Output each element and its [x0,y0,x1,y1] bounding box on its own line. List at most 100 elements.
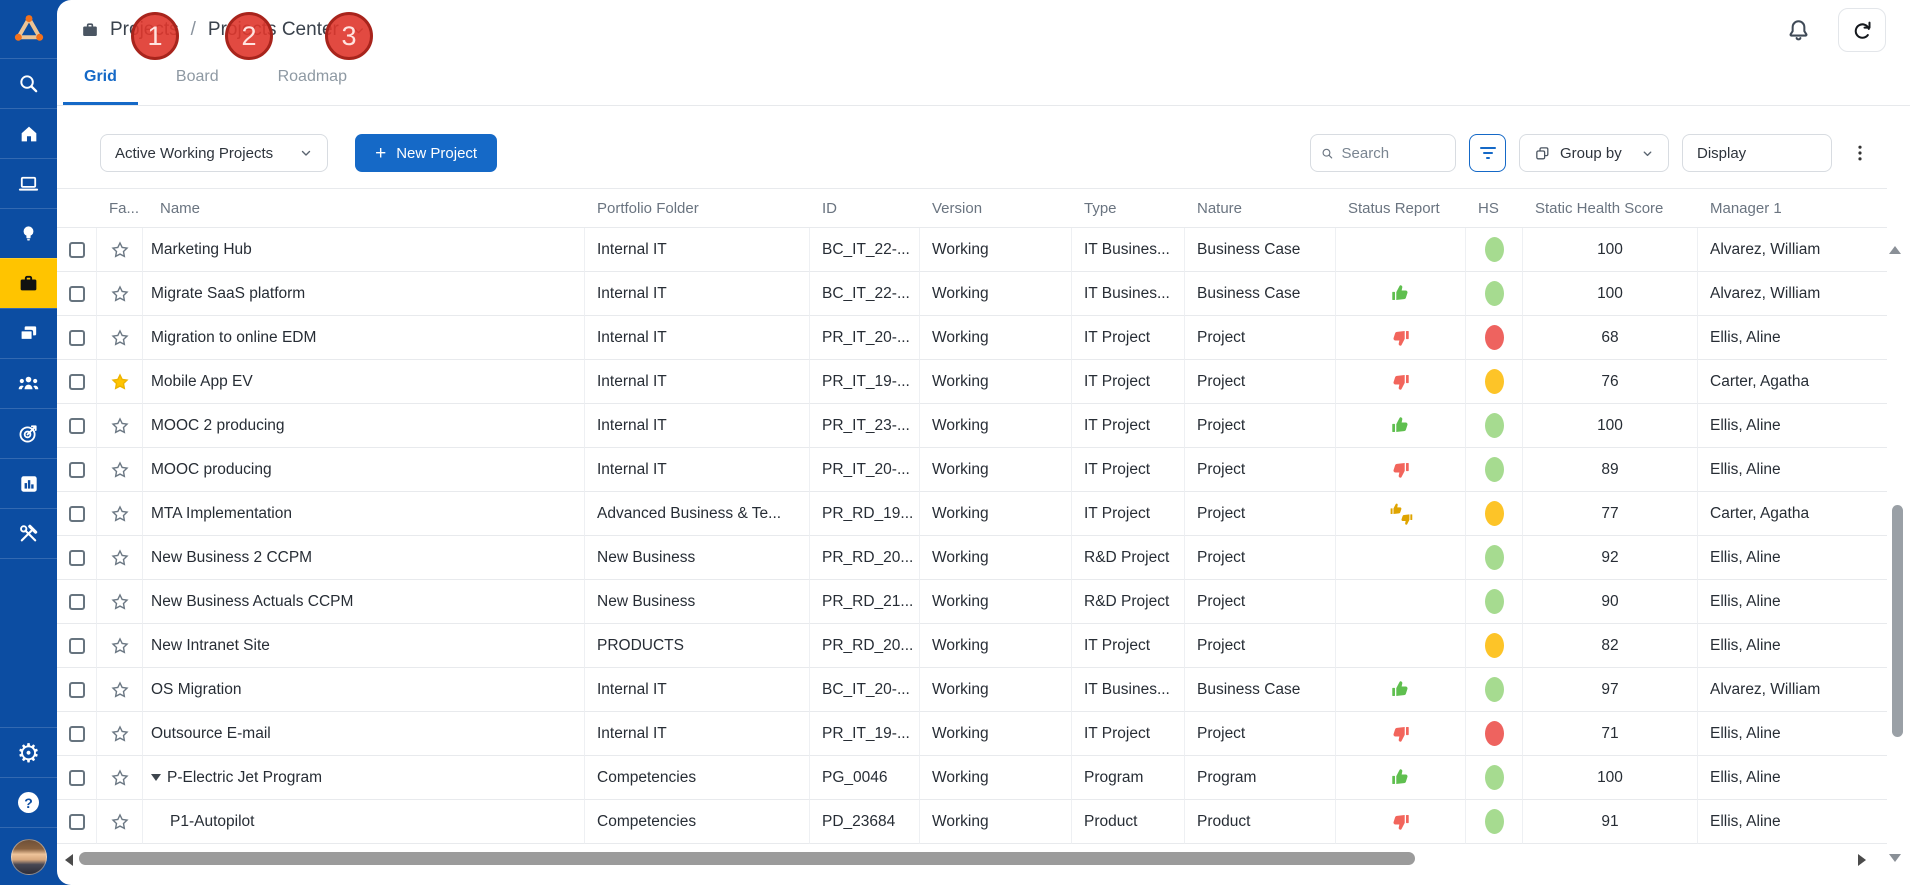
refresh-button[interactable] [1838,8,1886,52]
favorite-star-icon[interactable] [97,404,143,448]
display-button[interactable]: Display [1682,134,1832,172]
row-checkbox[interactable] [69,550,85,566]
favorite-star-icon[interactable] [97,272,143,316]
group-by-button[interactable]: Group by [1519,134,1669,172]
sidebar-item-search[interactable] [0,58,57,108]
header-cell-hs[interactable]: HS [1466,200,1523,217]
table-row[interactable]: New Business 2 CCPM New Business PR_RD_2… [57,536,1887,580]
table-row[interactable]: Outsource E-mail Internal IT PR_IT_19-..… [57,712,1887,756]
sidebar-item-reports[interactable] [0,458,57,508]
header-cell-portfolio-folder[interactable]: Portfolio Folder [585,200,810,217]
favorite-star-icon[interactable] [97,712,143,756]
row-checkbox[interactable] [69,374,85,390]
header-cell-type[interactable]: Type [1072,200,1185,217]
sidebar-item-profile[interactable] [0,827,57,885]
sidebar-item-admin-tools[interactable] [0,508,57,558]
favorite-star-icon[interactable] [97,580,143,624]
row-checkbox[interactable] [69,242,85,258]
search-input[interactable] [1342,145,1445,162]
favorite-star-icon[interactable] [97,316,143,360]
sidebar-item-home[interactable] [0,108,57,158]
header-cell-id[interactable]: ID [810,200,920,217]
bell-icon [1785,17,1812,44]
cell-id: PR_IT_20-... [810,316,920,360]
vertical-scroll-up-arrow[interactable] [1889,246,1901,254]
table-row[interactable]: MOOC producing Internal IT PR_IT_20-... … [57,448,1887,492]
table-row[interactable]: New Intranet Site PRODUCTS PR_RD_20... W… [57,624,1887,668]
cell-type: IT Project [1072,448,1185,492]
row-checkbox[interactable] [69,770,85,786]
header-cell-status-report[interactable]: Status Report [1336,200,1466,217]
header-cell-nature[interactable]: Nature [1185,200,1336,217]
expand-caret-icon[interactable] [151,774,161,781]
row-checkbox[interactable] [69,814,85,830]
favorite-star-icon[interactable] [97,228,143,272]
sidebar-item-goals[interactable] [0,408,57,458]
favorite-star-icon[interactable] [97,668,143,712]
status-report-icon [1336,228,1466,272]
header-cell-static-health-score[interactable]: Static Health Score [1523,200,1698,217]
sidebar-item-help[interactable]: ? [0,777,57,827]
horizontal-scroll-left-arrow[interactable] [65,854,73,866]
row-checkbox[interactable] [69,638,85,654]
table-row[interactable]: Migration to online EDM Internal IT PR_I… [57,316,1887,360]
table-row[interactable]: P-Electric Jet Program Competencies PG_0… [57,756,1887,800]
row-checkbox[interactable] [69,418,85,434]
cell-nature: Project [1185,536,1336,580]
tab-roadmap[interactable]: Roadmap [257,60,368,105]
more-options-button[interactable] [1845,134,1875,172]
table-row[interactable]: Migrate SaaS platform Internal IT BC_IT_… [57,272,1887,316]
horizontal-scrollbar-thumb[interactable] [79,852,1415,865]
table-row[interactable]: Mobile App EV Internal IT PR_IT_19-... W… [57,360,1887,404]
tab-board[interactable]: Board [155,60,240,105]
table-row[interactable]: Marketing Hub Internal IT BC_IT_22-... W… [57,228,1887,272]
cell-type: Program [1072,756,1185,800]
favorite-star-icon[interactable] [97,492,143,536]
vertical-scroll-down-arrow[interactable] [1889,854,1901,862]
table-row[interactable]: MTA Implementation Advanced Business & T… [57,492,1887,536]
favorite-star-icon[interactable] [97,624,143,668]
row-checkbox[interactable] [69,726,85,742]
favorite-star-icon[interactable] [97,800,143,844]
vertical-scrollbar-thumb[interactable] [1892,505,1903,737]
row-checkbox[interactable] [69,330,85,346]
header-cell-version[interactable]: Version [920,200,1072,217]
sidebar-item-portfolios[interactable] [0,308,57,358]
favorite-star-icon[interactable] [97,360,143,404]
table-row[interactable]: OS Migration Internal IT BC_IT_20-... Wo… [57,668,1887,712]
row-checkbox[interactable] [69,682,85,698]
cell-type: IT Project [1072,360,1185,404]
project-name: MOOC 2 producing [151,417,285,435]
cell-portfolio-folder: Internal IT [585,404,810,448]
sidebar-item-teams[interactable] [0,358,57,408]
row-checkbox[interactable] [69,286,85,302]
cell-type: IT Project [1072,624,1185,668]
cell-version: Working [920,712,1072,756]
header-cell-name[interactable]: Name [143,200,585,217]
notifications-button[interactable] [1785,17,1812,44]
sidebar-item-ideas[interactable] [0,208,57,258]
tab-grid[interactable]: Grid [63,60,138,105]
header-cell-manager-1[interactable]: Manager 1 [1698,200,1887,217]
horizontal-scroll-right-arrow[interactable] [1858,854,1866,866]
row-checkbox[interactable] [69,506,85,522]
table-row[interactable]: P1-Autopilot Competencies PD_23684 Worki… [57,800,1887,844]
filter-button[interactable] [1469,134,1506,172]
favorite-star-icon[interactable] [97,448,143,492]
sidebar-item-workspace[interactable] [0,158,57,208]
header-cell-favorite[interactable]: Fa... [97,200,143,217]
app-logo-icon[interactable] [0,0,57,58]
row-checkbox[interactable] [69,462,85,478]
scope-selector[interactable]: Active Working Projects [100,134,328,172]
status-report-icon [1336,536,1466,580]
favorite-star-icon[interactable] [97,536,143,580]
sidebar-item-projects[interactable] [0,258,57,308]
new-project-button[interactable]: + New Project [355,134,497,172]
health-dot [1485,809,1504,834]
row-checkbox[interactable] [69,594,85,610]
table-row[interactable]: MOOC 2 producing Internal IT PR_IT_23-..… [57,404,1887,448]
table-row[interactable]: New Business Actuals CCPM New Business P… [57,580,1887,624]
cell-manager-1: Alvarez, William [1698,668,1887,712]
favorite-star-icon[interactable] [97,756,143,800]
sidebar-item-settings[interactable]: ⚙ [0,727,57,777]
